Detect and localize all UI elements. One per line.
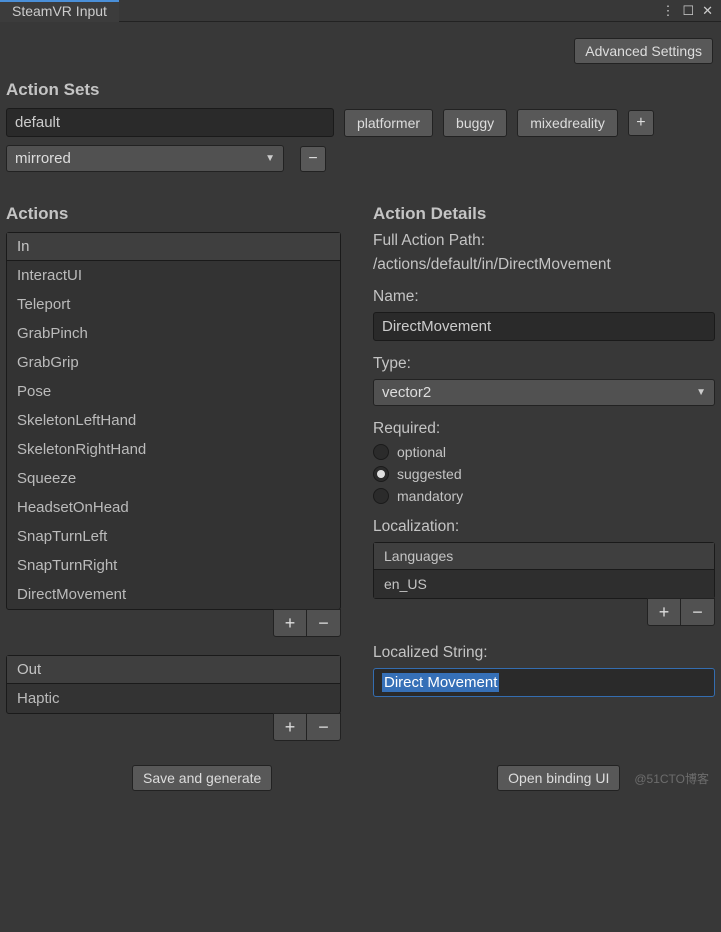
localization-header: Languages [374, 543, 714, 570]
name-label: Name: [373, 288, 715, 306]
remove-actionset-button[interactable]: − [300, 146, 326, 172]
required-label: Required: [373, 420, 715, 438]
localization-label: Localization: [373, 518, 715, 536]
action-list-item[interactable]: SkeletonLeftHand [7, 406, 340, 435]
radio-icon [373, 466, 389, 482]
action-details-heading: Action Details [373, 204, 715, 224]
actions-out-list: Out Haptic [6, 655, 341, 714]
menu-icon[interactable]: ⋮ [661, 3, 674, 19]
localized-string-value: Direct Movement [382, 673, 499, 692]
required-radio-optional[interactable]: optional [373, 444, 715, 460]
radio-label: mandatory [397, 488, 463, 504]
add-out-action-button[interactable]: + [274, 714, 307, 740]
required-radio-suggested[interactable]: suggested [373, 466, 715, 482]
actions-in-header: In [7, 233, 340, 261]
add-actionset-button[interactable]: + [628, 110, 654, 136]
actionset-chip[interactable]: platformer [344, 109, 433, 137]
localized-string-input[interactable]: Direct Movement [373, 668, 715, 697]
mirror-mode-dropdown[interactable]: mirrored ▼ [6, 145, 284, 172]
radio-icon [373, 444, 389, 460]
actionset-current-field[interactable]: default [6, 108, 334, 137]
radio-label: optional [397, 444, 446, 460]
close-icon[interactable]: ✕ [702, 3, 713, 19]
full-path-value: /actions/default/in/DirectMovement [373, 256, 715, 274]
remove-in-action-button[interactable]: − [307, 610, 340, 636]
action-list-item[interactable]: Haptic [7, 684, 340, 713]
action-list-item[interactable]: HeadsetOnHead [7, 493, 340, 522]
chevron-down-icon: ▼ [265, 153, 275, 164]
type-label: Type: [373, 355, 715, 373]
language-item[interactable]: en_US [374, 570, 714, 598]
window-title: SteamVR Input [12, 3, 107, 19]
action-list-item[interactable]: SkeletonRightHand [7, 435, 340, 464]
advanced-settings-button[interactable]: Advanced Settings [574, 38, 713, 64]
mirror-mode-value: mirrored [15, 150, 71, 167]
actions-out-header: Out [7, 656, 340, 684]
localization-list: Languages en_US [373, 542, 715, 599]
action-sets-heading: Action Sets [6, 80, 715, 100]
window-tab[interactable]: SteamVR Input [0, 0, 119, 22]
name-input[interactable]: DirectMovement [373, 312, 715, 341]
type-value: vector2 [382, 384, 431, 401]
actions-heading: Actions [6, 204, 341, 224]
radio-icon [373, 488, 389, 504]
type-dropdown[interactable]: vector2 ▼ [373, 379, 715, 406]
add-in-action-button[interactable]: + [274, 610, 307, 636]
action-list-item[interactable]: GrabPinch [7, 319, 340, 348]
add-language-button[interactable]: + [648, 599, 681, 625]
required-radio-mandatory[interactable]: mandatory [373, 488, 715, 504]
remove-out-action-button[interactable]: − [307, 714, 340, 740]
open-binding-button[interactable]: Open binding UI [497, 765, 620, 791]
action-list-item[interactable]: Teleport [7, 290, 340, 319]
action-list-item[interactable]: SnapTurnLeft [7, 522, 340, 551]
actionset-chip[interactable]: mixedreality [517, 109, 618, 137]
action-list-item[interactable]: SnapTurnRight [7, 551, 340, 580]
radio-label: suggested [397, 466, 462, 482]
watermark: @51CTO博客 [634, 770, 709, 787]
chevron-down-icon: ▼ [696, 387, 706, 398]
full-path-label: Full Action Path: [373, 232, 715, 250]
maximize-icon[interactable]: ☐ [682, 3, 694, 19]
save-generate-button[interactable]: Save and generate [132, 765, 272, 791]
action-list-item[interactable]: Squeeze [7, 464, 340, 493]
remove-language-button[interactable]: − [681, 599, 714, 625]
action-list-item[interactable]: GrabGrip [7, 348, 340, 377]
action-list-item[interactable]: DirectMovement [7, 580, 340, 609]
actionset-chip[interactable]: buggy [443, 109, 507, 137]
actions-in-list: In InteractUITeleportGrabPinchGrabGripPo… [6, 232, 341, 610]
localized-string-label: Localized String: [373, 644, 715, 662]
action-list-item[interactable]: InteractUI [7, 261, 340, 290]
action-list-item[interactable]: Pose [7, 377, 340, 406]
